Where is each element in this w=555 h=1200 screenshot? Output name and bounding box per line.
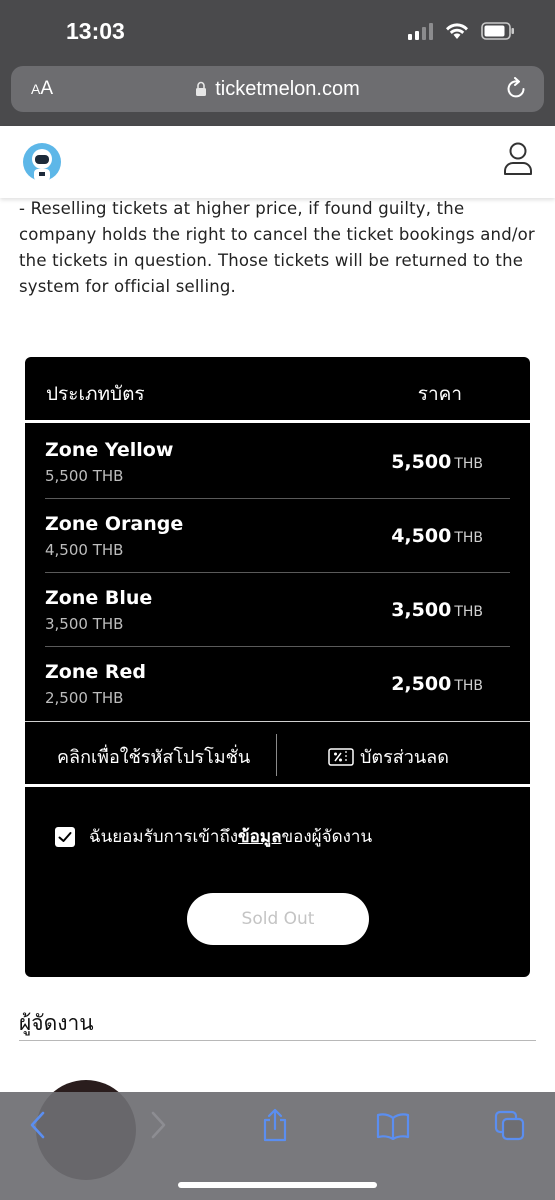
- url-display: ticketmelon.com: [11, 66, 544, 112]
- lock-icon: [196, 81, 207, 96]
- ticket-zone-row[interactable]: Zone Red 2,500 THB 2,500 THB: [45, 647, 510, 721]
- promo-code-button[interactable]: คลิกเพื่อใช้รหัสโปรโมชั่น: [57, 742, 250, 771]
- discount-coupon-icon: [328, 747, 354, 766]
- ticketmelon-logo[interactable]: [22, 142, 62, 182]
- address-bar[interactable]: AA ticketmelon.com: [11, 66, 544, 112]
- price-header: ราคา: [417, 383, 462, 405]
- zone-name: Zone Yellow: [45, 439, 174, 461]
- organizer-divider: [19, 1040, 536, 1041]
- zone-name: Zone Orange: [45, 513, 184, 535]
- ticket-selection-panel: ประเภทบัตร ราคา Zone Yellow 5,500 THB 5,…: [25, 357, 530, 977]
- zone-name: Zone Blue: [45, 587, 153, 609]
- zone-subprice: 5,500 THB: [45, 467, 124, 485]
- reader-options-button[interactable]: AA: [31, 78, 53, 100]
- share-icon[interactable]: [260, 1108, 290, 1146]
- back-icon[interactable]: [28, 1110, 48, 1144]
- browser-top-bar: 13:03 AA ticketmelon.com: [0, 0, 555, 126]
- discount-card-button[interactable]: บัตรส่วนลด: [328, 742, 449, 771]
- status-time: 13:03: [66, 18, 125, 44]
- bookmarks-icon[interactable]: [376, 1112, 410, 1144]
- promo-row: คลิกเพื่อใช้รหัสโปรโมชั่น บัตรส่วนลด: [25, 721, 530, 787]
- site-header: [0, 126, 555, 198]
- ticket-zone-row[interactable]: Zone Blue 3,500 THB 3,500 THB: [45, 573, 510, 647]
- checkmark-icon: [58, 831, 72, 842]
- consent-row: ฉันยอมรับการเข้าถึงข้อมูลของผู้จัดงาน: [55, 823, 372, 850]
- url-text: ticketmelon.com: [215, 77, 360, 100]
- zone-price: 4,500 THB: [391, 525, 483, 547]
- zone-name: Zone Red: [45, 661, 146, 683]
- ticket-zone-row[interactable]: Zone Yellow 5,500 THB 5,500 THB: [45, 425, 510, 499]
- forward-icon[interactable]: [148, 1110, 168, 1144]
- consent-checkbox[interactable]: [55, 826, 75, 847]
- organizer-data-link[interactable]: ข้อมูล: [238, 827, 281, 847]
- ticket-zone-row[interactable]: Zone Orange 4,500 THB 4,500 THB: [45, 499, 510, 573]
- reload-icon[interactable]: [506, 77, 528, 105]
- battery-icon: [481, 22, 515, 40]
- sold-out-button[interactable]: Sold Out: [187, 893, 369, 945]
- promo-divider: [276, 734, 277, 776]
- consent-text: ฉันยอมรับการเข้าถึงข้อมูลของผู้จัดงาน: [89, 827, 373, 847]
- tabs-icon[interactable]: [494, 1110, 526, 1146]
- home-indicator: [178, 1182, 377, 1188]
- reselling-terms-text: - Reselling tickets at higher price, if …: [19, 199, 535, 296]
- zone-subprice: 2,500 THB: [45, 689, 124, 707]
- status-icons: [408, 22, 515, 40]
- cellular-signal-icon: [408, 22, 433, 40]
- zone-price: 2,500 THB: [391, 673, 483, 695]
- discount-card-label: บัตรส่วนลด: [360, 747, 449, 768]
- user-account-icon[interactable]: [503, 142, 533, 180]
- zone-subprice: 3,500 THB: [45, 615, 124, 633]
- zone-price: 5,500 THB: [391, 451, 483, 473]
- zone-subprice: 4,500 THB: [45, 541, 124, 559]
- organizer-heading: ผู้จัดงาน: [19, 1011, 94, 1035]
- ticket-type-header: ประเภทบัตร: [46, 383, 145, 405]
- zone-price: 3,500 THB: [391, 599, 483, 621]
- ticket-table-header: ประเภทบัตร ราคา: [25, 357, 530, 423]
- status-bar: 13:03: [0, 0, 555, 62]
- wifi-icon: [445, 22, 469, 40]
